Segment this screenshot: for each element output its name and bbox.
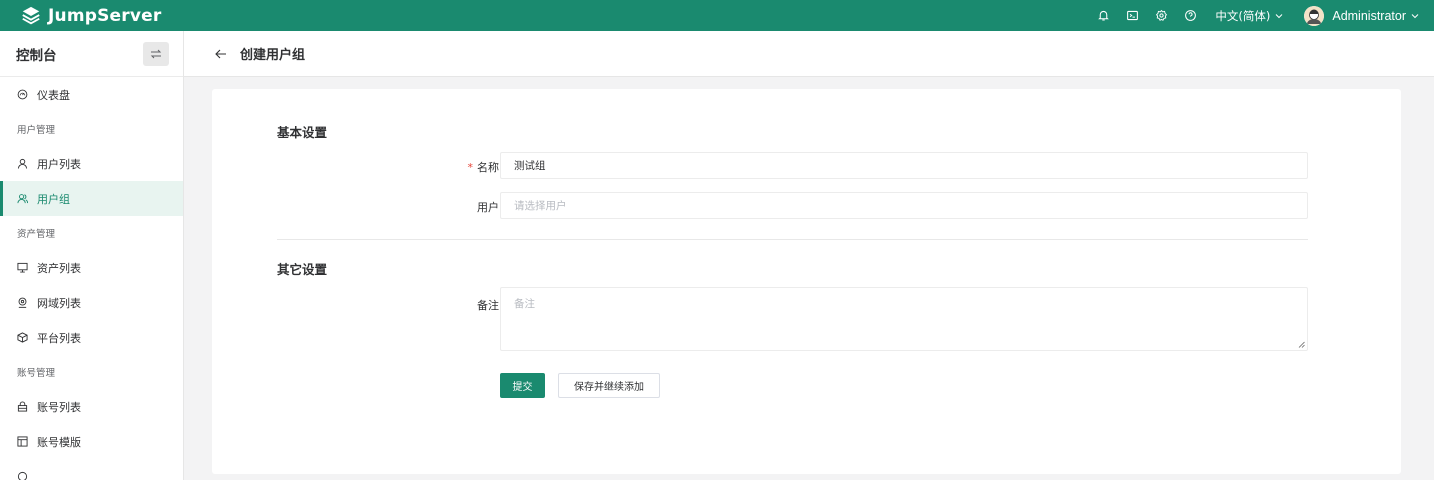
top-actions: 中文(简体) Administrator	[1087, 0, 1420, 31]
sidebar-item-user-list[interactable]: 用户列表	[0, 146, 183, 181]
sidebar-item-dashboard[interactable]: 仪表盘	[0, 77, 183, 112]
basic-settings-title: 基本设置	[277, 125, 328, 140]
bell-icon	[1098, 10, 1109, 21]
cube-icon	[17, 332, 28, 343]
sidebar-item-label: 网域列表	[37, 296, 81, 310]
sidebar-item-label: 账号列表	[37, 400, 81, 414]
page-title: 创建用户组	[240, 48, 306, 63]
chevron-down-icon	[1276, 13, 1283, 18]
brand-name: JumpServer	[48, 5, 162, 26]
web-terminal-button[interactable]	[1119, 0, 1145, 31]
resize-handle-icon[interactable]	[1298, 341, 1305, 348]
user-avatar-icon	[1304, 5, 1325, 26]
sidebar-group-assets: 资产管理	[0, 216, 183, 250]
section-divider	[277, 239, 1308, 240]
sidebar-item-label: 资产列表	[37, 261, 81, 275]
comment-textarea[interactable]: 备注	[500, 287, 1308, 351]
chevron-down-icon	[1411, 13, 1419, 18]
location-icon	[18, 297, 27, 308]
avatar	[1304, 5, 1325, 26]
submit-button[interactable]: 提交	[500, 373, 545, 398]
user-menu[interactable]: Administrator	[1304, 5, 1420, 26]
sidebar-item-user-group[interactable]: 用户组	[0, 181, 183, 216]
sidebar-title: 控制台	[16, 47, 57, 64]
sidebar-group-users: 用户管理	[0, 112, 183, 146]
name-input[interactable]: 测试组	[500, 152, 1308, 179]
sidebar-header: 控制台	[0, 31, 183, 77]
language-selector[interactable]: 中文(简体)	[1215, 8, 1284, 24]
arrow-left-icon	[215, 49, 226, 58]
sidebar-item-label: 平台列表	[37, 331, 81, 345]
required-asterisk: *	[467, 161, 474, 174]
sidebar-item-domain-list[interactable]: 网域列表	[0, 285, 183, 320]
users-select[interactable]: 请选择用户	[500, 192, 1308, 219]
template-icon	[17, 436, 28, 447]
dashboard-icon	[17, 89, 28, 100]
sidebar: 控制台 仪表盘 用户管理 用户列表 用户组 资产管理 资产列表 网域列表 平台列…	[0, 31, 184, 480]
sidebar-item-more[interactable]	[0, 459, 183, 480]
comment-placeholder: 备注	[514, 298, 535, 310]
brand-logo[interactable]: JumpServer	[20, 5, 161, 27]
terminal-icon	[1126, 10, 1138, 21]
sidebar-item-platform-list[interactable]: 平台列表	[0, 320, 183, 355]
save-and-continue-button[interactable]: 保存并继续添加	[558, 373, 660, 398]
main-content: 创建用户组 基本设置 * 名称 测试组 用户 请选择用户 其它设置 备注 备注 提…	[184, 31, 1434, 480]
name-label: * 名称	[468, 159, 500, 175]
sidebar-item-label: 仪表盘	[37, 88, 70, 102]
monitor-icon	[17, 262, 28, 273]
notifications-button[interactable]	[1090, 0, 1116, 31]
jumpserver-logo-icon	[22, 6, 40, 24]
sidebar-item-label: 账号模版	[37, 435, 81, 449]
swap-icon	[150, 49, 162, 58]
sidebar-item-account-list[interactable]: 账号列表	[0, 389, 183, 424]
other-settings-title: 其它设置	[277, 262, 328, 277]
user-group-icon	[17, 194, 28, 204]
settings-button[interactable]	[1148, 0, 1174, 31]
circle-icon	[17, 471, 28, 480]
settings-icon	[1155, 9, 1167, 21]
sidebar-item-label: 用户列表	[37, 157, 81, 171]
name-label-text: 名称	[477, 161, 499, 174]
form-card: 基本设置 * 名称 测试组 用户 请选择用户 其它设置 备注 备注 提交 保存并继…	[212, 89, 1401, 474]
sidebar-group-label: 账号管理	[17, 368, 56, 379]
sidebar-item-label: 用户组	[37, 192, 70, 206]
sidebar-group-accounts: 账号管理	[0, 355, 183, 389]
sidebar-group-label: 用户管理	[17, 125, 56, 136]
sidebar-item-asset-list[interactable]: 资产列表	[0, 250, 183, 285]
sidebar-item-account-template[interactable]: 账号模版	[0, 424, 183, 459]
user-name: Administrator	[1332, 8, 1406, 23]
top-navbar: JumpServer 中文(简体) Administrator	[0, 0, 1434, 31]
lock-icon	[17, 401, 28, 412]
comment-label: 备注	[477, 299, 499, 312]
back-button[interactable]	[214, 47, 228, 61]
help-icon	[1184, 10, 1196, 21]
sidebar-group-label: 资产管理	[17, 229, 56, 240]
language-label: 中文(简体)	[1215, 8, 1271, 23]
user-icon	[17, 158, 28, 169]
page-header: 创建用户组	[184, 31, 1434, 77]
users-label: 用户	[477, 201, 499, 214]
help-button[interactable]	[1177, 0, 1203, 31]
view-switch-button[interactable]	[143, 41, 169, 66]
